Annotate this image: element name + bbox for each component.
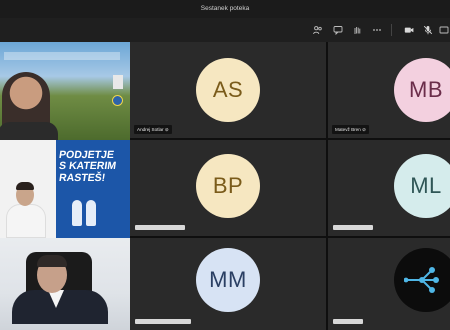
- avatar: MM: [196, 248, 260, 312]
- video-tile-1[interactable]: [0, 42, 130, 140]
- meeting-toolbar: [0, 18, 450, 42]
- share-button[interactable]: [437, 23, 450, 37]
- avatar: MB: [394, 58, 450, 122]
- chat-icon: [333, 26, 343, 35]
- avatar-initials: MM: [209, 267, 247, 292]
- avatar-initials: BP: [212, 173, 244, 198]
- redacted-name: [135, 225, 185, 230]
- avatar: ML: [394, 154, 450, 218]
- participant-tile-mb[interactable]: MB Matevž Bren ⊘: [328, 42, 450, 138]
- person-hair: [16, 182, 34, 190]
- person-body: [6, 204, 46, 238]
- mic-off-icon: ⊘: [164, 127, 169, 132]
- toolbar-divider: [391, 24, 392, 36]
- more-button[interactable]: [370, 23, 384, 37]
- name-tag: Matevž Bren ⊘: [332, 125, 369, 134]
- participant-video-person: [4, 182, 48, 238]
- participant-tile-bp[interactable]: BP: [130, 140, 326, 236]
- raise-hand-icon: [354, 27, 361, 34]
- avatar: [394, 248, 450, 312]
- participant-name: Matevž Bren: [335, 127, 361, 132]
- avatar-initials: AS: [212, 77, 244, 102]
- avatar: AS: [196, 58, 260, 122]
- video-banner: [4, 52, 120, 60]
- network-logo-icon: [404, 267, 439, 293]
- avatar: BP: [196, 154, 260, 218]
- camera-button[interactable]: [402, 23, 416, 37]
- poster-figure: [86, 200, 96, 226]
- raise-hand-button[interactable]: [350, 23, 364, 37]
- poster-line-3: RASTEŠ!: [58, 172, 107, 184]
- video-tile-2[interactable]: PODJETJE S KATERIM RASTEŠ!: [0, 140, 130, 238]
- redacted-name: [333, 319, 363, 324]
- share-icon: [439, 26, 449, 34]
- title-bar: Sestanek poteka: [0, 0, 450, 18]
- participant-tile-ml[interactable]: ML: [328, 140, 450, 236]
- people-icon: [313, 26, 322, 35]
- avatar-initials: ML: [410, 173, 442, 198]
- name-tag: Andrej Sotlar ⊘: [134, 125, 172, 134]
- participant-tile-logo[interactable]: [328, 238, 450, 330]
- participant-name: Andrej Sotlar: [137, 127, 164, 132]
- redacted-name: [333, 225, 373, 230]
- video-tile-3[interactable]: [0, 238, 130, 330]
- meeting-window: Sestanek poteka PODJETJE S KATERIM RASTE…: [0, 0, 450, 330]
- participant-grid: PODJETJE S KATERIM RASTEŠ! AS Andrej Sot…: [0, 42, 450, 330]
- participant-tile-as[interactable]: AS Andrej Sotlar ⊘: [130, 42, 326, 138]
- poster-figure: [72, 200, 82, 226]
- avatar-initials: MB: [409, 77, 443, 102]
- microphone-button[interactable]: [421, 23, 435, 37]
- mic-off-icon: [423, 25, 433, 35]
- flag-sticker: [113, 75, 123, 89]
- poster-line-2: S KATERIM: [58, 160, 117, 172]
- camera-icon: [404, 27, 414, 33]
- more-icon: [373, 29, 381, 31]
- badge-icon: [112, 95, 123, 106]
- mic-off-icon: ⊘: [362, 127, 366, 132]
- participant-video-shirt: [0, 122, 58, 140]
- person-hair: [37, 255, 67, 267]
- chat-button[interactable]: [331, 23, 345, 37]
- window-title: Sestanek poteka: [200, 5, 250, 12]
- participant-tile-mm[interactable]: MM: [130, 238, 326, 330]
- redacted-name: [135, 319, 191, 324]
- people-button[interactable]: [311, 23, 325, 37]
- poster-banner: PODJETJE S KATERIM RASTEŠ!: [56, 140, 130, 238]
